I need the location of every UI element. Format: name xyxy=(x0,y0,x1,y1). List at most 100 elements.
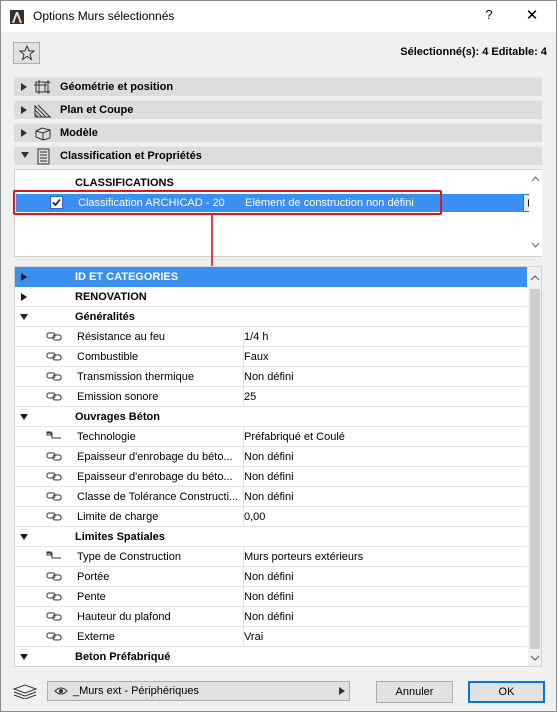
property-value[interactable]: Vrai xyxy=(244,631,263,643)
link-icon xyxy=(46,372,62,381)
window-title: Options Murs sélectionnés xyxy=(33,9,175,23)
properties-scrollbar[interactable] xyxy=(528,267,541,666)
property-name: Limite de charge xyxy=(77,511,159,523)
property-row[interactable]: Type de Construction Murs porteurs extér… xyxy=(15,547,527,567)
property-value[interactable]: Préfabriqué et Coulé xyxy=(244,431,345,443)
property-row[interactable]: Limite de charge 0,00 xyxy=(15,507,527,527)
group-label: Limites Spatiales xyxy=(75,531,165,543)
property-value[interactable]: 1/4 h xyxy=(244,331,268,343)
collapse-arrow-icon xyxy=(20,534,28,540)
properties-panel: ID ET CATEGORIES RENOVATION Généralités … xyxy=(14,266,542,667)
property-row[interactable]: Pente Non défini xyxy=(15,587,527,607)
property-row[interactable]: Epaisseur d'enrobage du béto... Non défi… xyxy=(15,467,527,487)
scroll-down-icon xyxy=(530,655,540,661)
property-row[interactable]: Technologie Préfabriqué et Coulé xyxy=(15,427,527,447)
layers-icon xyxy=(12,684,38,699)
group-row-prefab[interactable]: Beton Préfabriqué xyxy=(15,647,527,666)
property-row[interactable]: Transmission thermique Non défini xyxy=(15,367,527,387)
property-row[interactable]: Résistance au feu 1/4 h xyxy=(15,327,527,347)
link-icon xyxy=(46,512,62,521)
cancel-button[interactable]: Annuler xyxy=(376,681,453,703)
group-label: Généralités xyxy=(75,311,135,323)
link-icon xyxy=(46,612,62,621)
eye-icon xyxy=(54,687,68,695)
link-icon xyxy=(46,392,62,401)
classifications-scrollbar[interactable] xyxy=(529,170,542,256)
expand-arrow-icon xyxy=(21,106,27,114)
geometry-icon xyxy=(34,80,51,94)
collapse-arrow-icon xyxy=(20,414,28,420)
property-name: Externe xyxy=(77,631,115,643)
property-row[interactable]: Emission sonore 25 xyxy=(15,387,527,407)
property-row[interactable]: Portée Non défini xyxy=(15,567,527,587)
document-icon xyxy=(37,148,50,165)
group-label: Ouvrages Béton xyxy=(75,411,160,423)
property-name: Emission sonore xyxy=(77,391,159,403)
link-icon xyxy=(46,332,62,341)
group-row-generalites[interactable]: Généralités xyxy=(15,307,527,327)
group-row-id-categories[interactable]: ID ET CATEGORIES xyxy=(15,267,527,287)
floorplan-icon xyxy=(34,104,51,118)
property-name: Combustible xyxy=(77,351,139,363)
link-icon xyxy=(46,572,62,581)
scrollbar-thumb[interactable] xyxy=(530,289,540,649)
property-name: Résistance au feu xyxy=(77,331,166,343)
selection-info: Sélectionné(s): 4 Editable: 4 xyxy=(400,46,547,58)
property-value[interactable]: 25 xyxy=(244,391,256,403)
layer-name: _Murs ext - Périphériques xyxy=(73,685,199,697)
group-label: ID ET CATEGORIES xyxy=(75,271,179,283)
property-name: Pente xyxy=(77,591,106,603)
property-value[interactable]: Non défini xyxy=(244,591,294,603)
property-name: Hauteur du plafond xyxy=(77,611,171,623)
property-row[interactable]: Externe Vrai xyxy=(15,627,527,647)
collapse-arrow-icon xyxy=(21,152,29,158)
collapse-arrow-icon xyxy=(20,314,28,320)
property-value[interactable]: 0,00 xyxy=(244,511,265,523)
link-icon xyxy=(46,492,62,501)
link-icon xyxy=(46,592,62,601)
property-value[interactable]: Non défini xyxy=(244,611,294,623)
link-icon xyxy=(46,632,62,641)
property-name: Portée xyxy=(77,571,110,583)
property-row[interactable]: Epaisseur d'enrobage du béto... Non défi… xyxy=(15,447,527,467)
ok-button[interactable]: OK xyxy=(468,681,545,703)
section-floorplan[interactable]: Plan et Coupe xyxy=(14,100,542,119)
expand-arrow-icon xyxy=(21,129,27,137)
help-button[interactable]: ? xyxy=(479,7,499,27)
expand-arrow-icon xyxy=(21,83,27,91)
property-row[interactable]: Classe de Tolérance Constructi... Non dé… xyxy=(15,487,527,507)
option-set-icon xyxy=(46,431,61,439)
property-row[interactable]: Combustible Faux xyxy=(15,347,527,367)
group-row-renovation[interactable]: RENOVATION xyxy=(15,287,527,307)
property-value[interactable]: Non défini xyxy=(244,371,294,383)
layer-dropdown[interactable]: _Murs ext - Périphériques xyxy=(47,681,350,701)
property-name: Technologie xyxy=(77,431,136,443)
property-name: Epaisseur d'enrobage du béto... xyxy=(77,451,233,463)
property-name: Epaisseur d'enrobage du béto... xyxy=(77,471,233,483)
close-button[interactable]: ✕ xyxy=(521,6,543,28)
property-value[interactable]: Non défini xyxy=(244,491,294,503)
property-value[interactable]: Non défini xyxy=(244,571,294,583)
property-value[interactable]: Faux xyxy=(244,351,268,363)
section-model[interactable]: Modèle xyxy=(14,123,542,142)
option-set-icon xyxy=(46,551,61,559)
property-value[interactable]: Non défini xyxy=(244,451,294,463)
favorites-button[interactable] xyxy=(13,42,40,64)
link-icon xyxy=(46,472,62,481)
group-row-limites[interactable]: Limites Spatiales xyxy=(15,527,527,547)
property-row[interactable]: Hauteur du plafond Non défini xyxy=(15,607,527,627)
scroll-down-icon xyxy=(531,242,540,248)
scroll-up-icon xyxy=(530,275,540,281)
property-value[interactable]: Murs porteurs extérieurs xyxy=(244,551,363,563)
property-value[interactable]: Non défini xyxy=(244,471,294,483)
options-dialog: Options Murs sélectionnés ? ✕ Sélectionn… xyxy=(0,0,557,712)
dropdown-arrow-icon xyxy=(339,687,345,695)
group-label: RENOVATION xyxy=(75,291,147,303)
property-name: Type de Construction xyxy=(77,551,181,563)
highlight-box xyxy=(13,190,442,215)
scroll-up-icon xyxy=(531,176,540,182)
section-classification[interactable]: Classification et Propriétés xyxy=(14,146,542,165)
group-label: Beton Préfabriqué xyxy=(75,651,171,663)
section-geometry[interactable]: Géométrie et position xyxy=(14,77,542,96)
group-row-ouvrages[interactable]: Ouvrages Béton xyxy=(15,407,527,427)
